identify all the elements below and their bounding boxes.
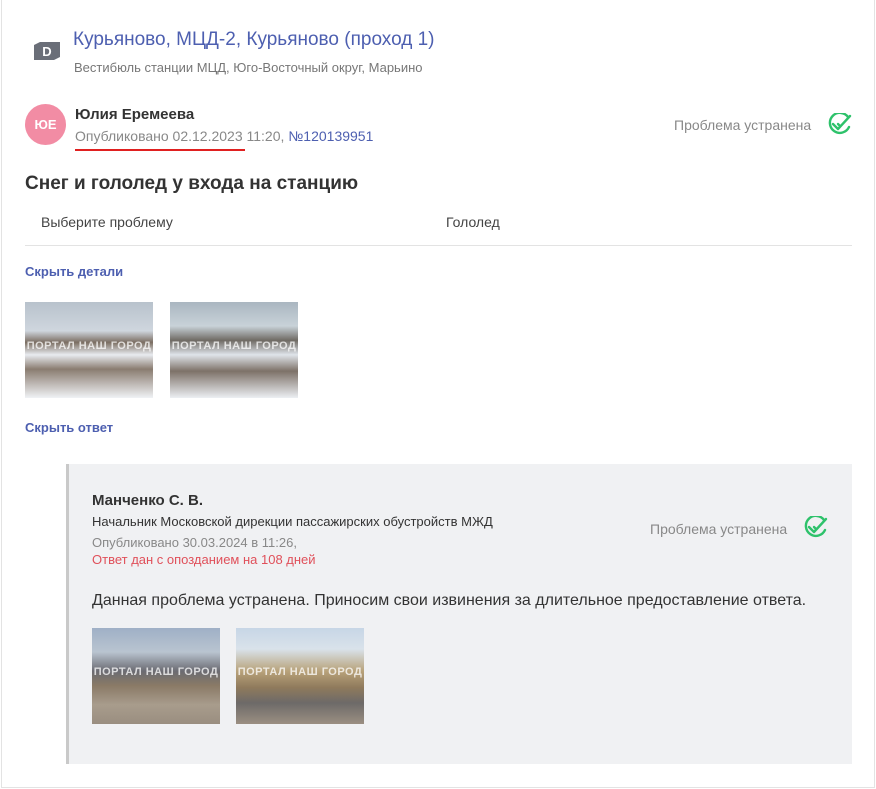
author-name: Юлия Еремеева [75, 106, 195, 123]
svg-text:D: D [42, 44, 51, 59]
photo-watermark: ПОРТАЛ НАШ ГОРОД [171, 340, 297, 352]
photo-watermark: ПОРТАЛ НАШ ГОРОД [93, 666, 219, 678]
object-subtitle: Вестибюль станции МЦД, Юго-Восточный окр… [74, 60, 423, 75]
answer-date: Опубликовано 30.03.2024 в 11:26, [92, 535, 297, 550]
answer-text: Данная проблема устранена. Приносим свои… [92, 592, 807, 609]
problem-photo[interactable]: ПОРТАЛ НАШ ГОРОД [170, 302, 298, 398]
answer-late-notice: Ответ дан с опозданием на 108 дней [92, 552, 316, 567]
photo-watermark: ПОРТАЛ НАШ ГОРОД [26, 340, 152, 352]
param-label: Выберите проблему [41, 214, 173, 230]
object-title[interactable]: Курьяново, МЦД-2, Курьяново (проход 1) [73, 29, 435, 51]
problem-photo[interactable]: ПОРТАЛ НАШ ГОРОД [25, 302, 153, 398]
answer-photo[interactable]: ПОРТАЛ НАШ ГОРОД [92, 628, 220, 724]
published-date: Опубликовано 02.12.2023 11:20, [75, 128, 289, 144]
double-check-icon [804, 516, 828, 538]
answer-author: Манченко С. В. [92, 492, 203, 509]
answer-role: Начальник Московской дирекции пассажирск… [92, 514, 493, 529]
status-label: Проблема устранена [674, 117, 812, 133]
problem-title: Снег и гололед у входа на станцию [25, 173, 359, 194]
avatar: ЮЕ [25, 104, 66, 145]
photo-watermark: ПОРТАЛ НАШ ГОРОД [237, 666, 363, 678]
published-info: Опубликовано 02.12.2023 11:20, №12013995… [75, 128, 373, 144]
d-tag-icon: D [34, 42, 60, 60]
divider [25, 245, 852, 246]
hide-details-link[interactable]: Скрыть детали [25, 264, 123, 279]
hide-answer-link[interactable]: Скрыть ответ [25, 420, 113, 435]
post-number-link[interactable]: №120139951 [288, 128, 373, 144]
double-check-icon [828, 113, 852, 135]
answer-status-label: Проблема устранена [650, 521, 788, 537]
highlight-underline [75, 149, 245, 151]
answer-photo[interactable]: ПОРТАЛ НАШ ГОРОД [236, 628, 364, 724]
param-value: Гололед [446, 214, 500, 230]
